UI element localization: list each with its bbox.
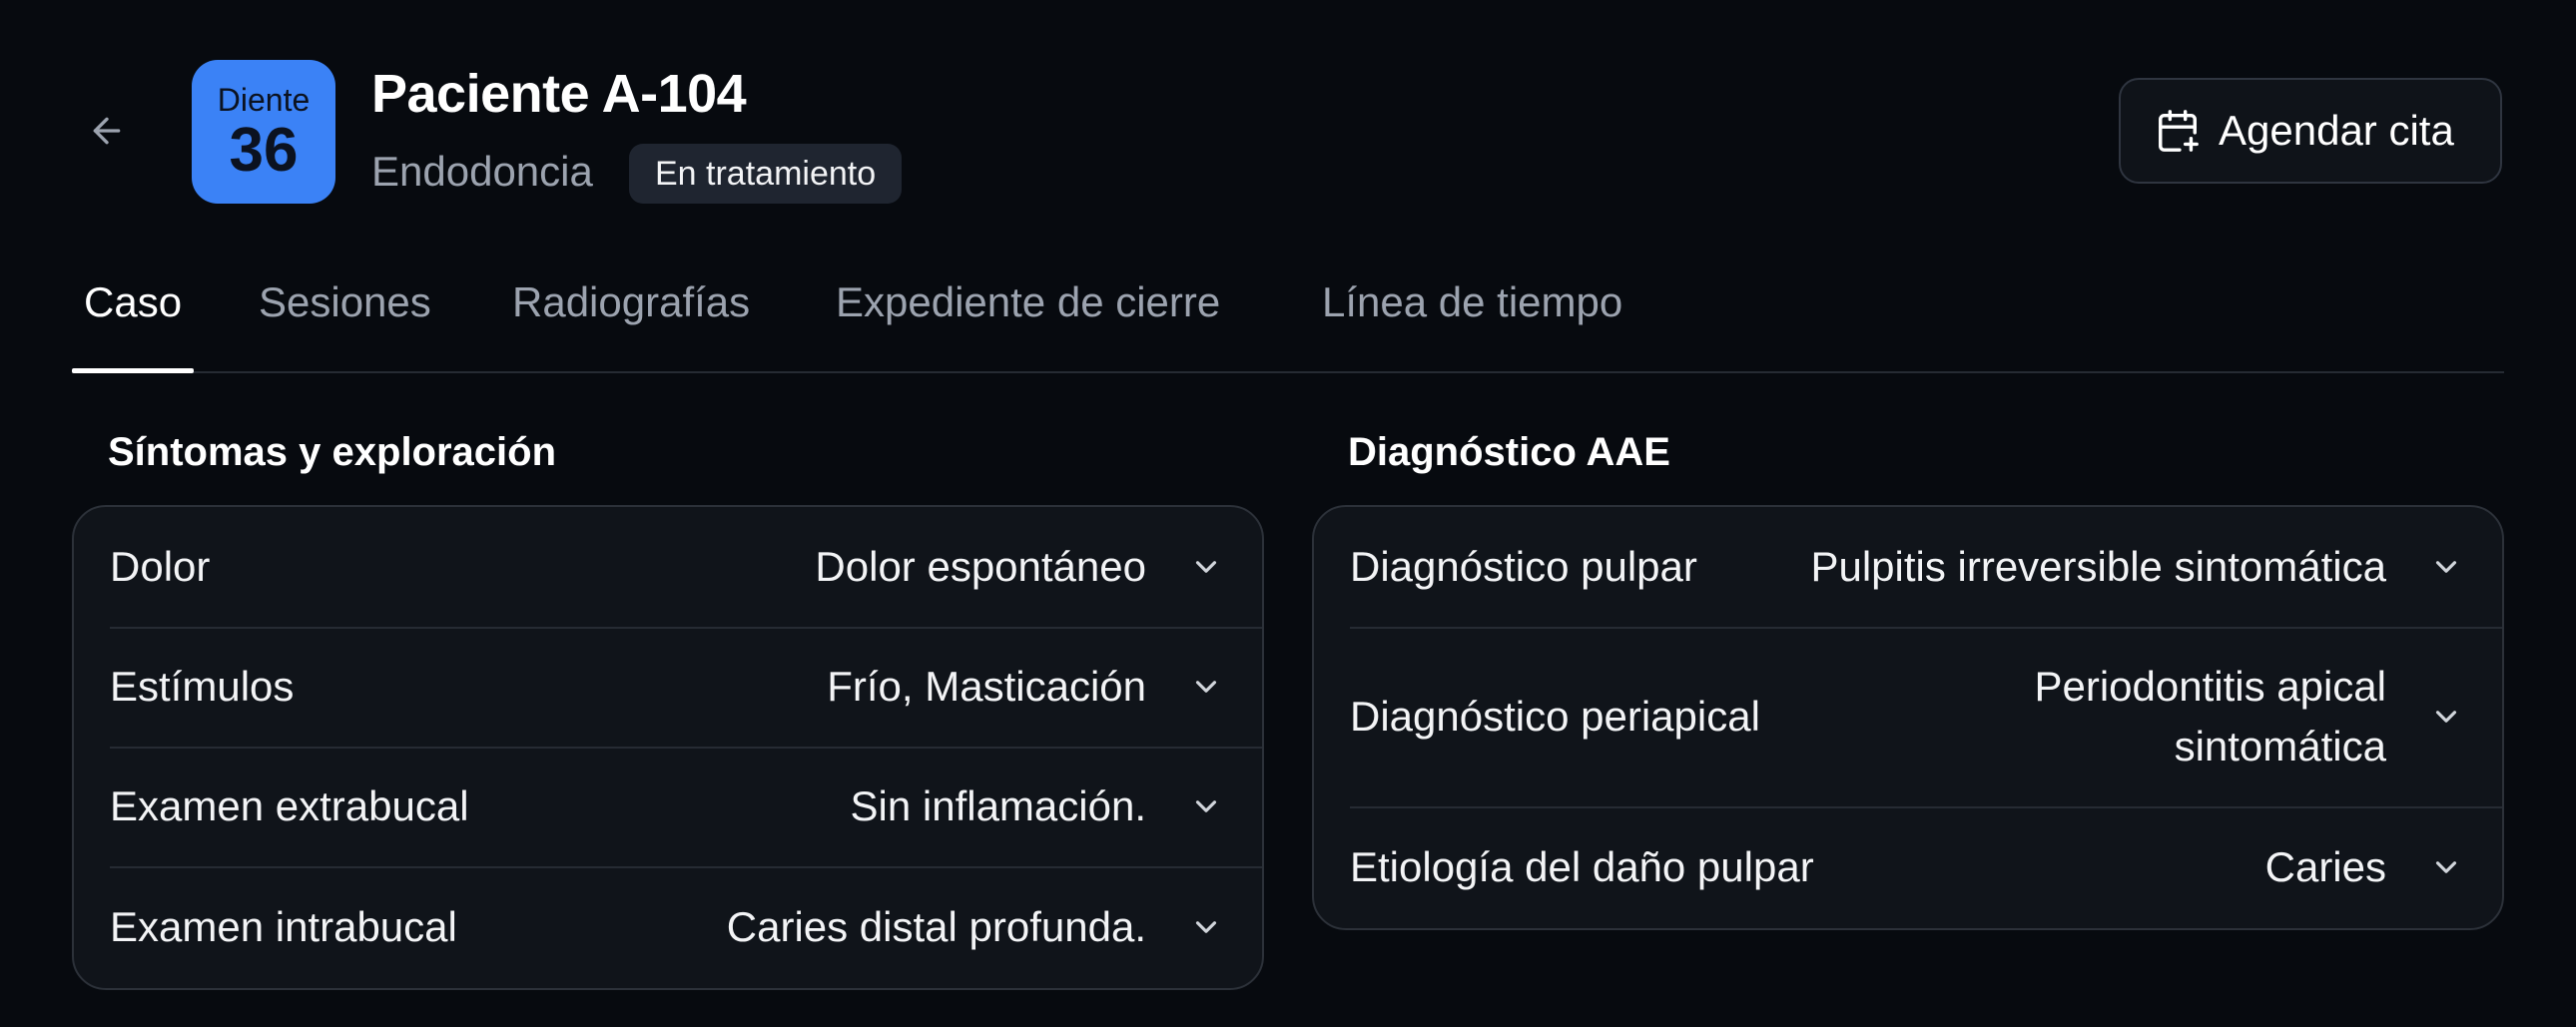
field-label: Examen extrabucal — [110, 782, 469, 829]
schedule-appointment-button[interactable]: Agendar cita — [2119, 78, 2502, 184]
field-value: Frío, Masticación — [827, 663, 1146, 710]
field-label: Etiología del daño pulpar — [1350, 843, 1814, 890]
diagnosis-title: Diagnóstico AAE — [1348, 430, 1670, 474]
field-label: Dolor — [110, 543, 211, 590]
symptoms-card: Dolor Dolor espontáneo Estímulos Frío, M… — [72, 505, 1264, 990]
select-examen-extrabucal[interactable]: Examen extrabucal Sin inflamación. — [74, 747, 1262, 866]
select-diagnostico-pulpar[interactable]: Diagnóstico pulpar Pulpitis irreversible… — [1314, 507, 2502, 627]
chevron-down-icon — [2426, 547, 2466, 587]
chevron-down-icon — [1186, 786, 1226, 826]
tab-bar: Caso Sesiones Radiografías Expediente de… — [71, 267, 2504, 373]
chevron-down-icon — [2426, 847, 2466, 887]
field-value: Caries distal profunda. — [726, 903, 1146, 950]
tab-radiografias[interactable]: Radiografías — [512, 267, 750, 371]
field-label: Diagnóstico periapical — [1350, 693, 1760, 740]
tab-sesiones[interactable]: Sesiones — [259, 267, 431, 371]
select-estimulos[interactable]: Estímulos Frío, Masticación — [74, 627, 1262, 747]
field-label: Estímulos — [110, 663, 295, 710]
diagnosis-card: Diagnóstico pulpar Pulpitis irreversible… — [1312, 505, 2504, 930]
specialty-label: Endodoncia — [371, 148, 593, 195]
tooth-badge: Diente 36 — [192, 60, 335, 204]
chevron-down-icon — [1186, 547, 1226, 587]
schedule-button-label: Agendar cita — [2219, 107, 2454, 154]
tab-linea-de-tiempo[interactable]: Línea de tiempo — [1322, 267, 1622, 371]
calendar-plus-icon — [2155, 108, 2201, 154]
select-dolor[interactable]: Dolor Dolor espontáneo — [74, 507, 1262, 627]
symptoms-title: Síntomas y exploración — [108, 430, 557, 474]
field-value: Dolor espontáneo — [815, 543, 1146, 590]
tooth-label: Diente — [217, 82, 311, 118]
field-value: Periodontitis apical sintomática — [2034, 663, 2386, 770]
field-value: Sin inflamación. — [850, 782, 1146, 829]
field-label: Diagnóstico pulpar — [1350, 543, 1697, 590]
field-value: Caries — [2264, 843, 2386, 890]
select-examen-intrabucal[interactable]: Examen intrabucal Caries distal profunda… — [74, 866, 1262, 988]
status-badge: En tratamiento — [629, 144, 903, 204]
tab-expediente-de-cierre[interactable]: Expediente de cierre — [836, 267, 1220, 371]
select-diagnostico-periapical[interactable]: Diagnóstico periapical Periodontitis api… — [1314, 627, 2502, 806]
back-button[interactable] — [78, 104, 136, 162]
tooth-number: 36 — [229, 116, 299, 185]
chevron-down-icon — [1186, 667, 1226, 707]
select-etiologia[interactable]: Etiología del daño pulpar Caries — [1314, 806, 2502, 928]
page-title: Paciente A-104 — [371, 64, 747, 124]
arrow-left-icon — [87, 111, 127, 156]
field-value: Pulpitis irreversible sintomática — [1810, 543, 2386, 590]
chevron-down-icon — [2426, 697, 2466, 737]
tab-caso[interactable]: Caso — [71, 267, 195, 373]
chevron-down-icon — [1186, 907, 1226, 947]
field-label: Examen intrabucal — [110, 903, 457, 950]
